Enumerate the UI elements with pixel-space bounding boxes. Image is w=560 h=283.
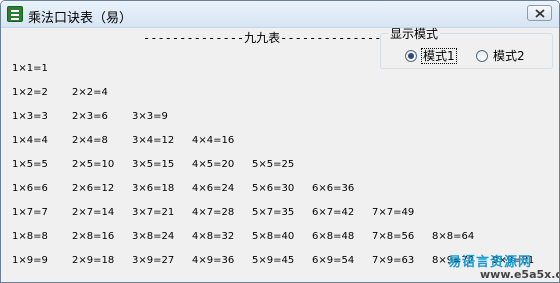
client-area: --------------九九表-------------- 显示模式 模式1…	[1, 27, 559, 282]
table-cell: 2×6=12	[72, 183, 115, 194]
title-bar[interactable]: 乘法口诀表（易）	[1, 1, 559, 28]
table-cell: 2×8=16	[72, 231, 115, 242]
table-cell: 2×3=6	[72, 111, 108, 122]
mode1-radio[interactable]: 模式1	[405, 48, 457, 64]
table-cell: 6×9=54	[312, 255, 355, 266]
table-cell: 4×7=28	[192, 207, 235, 218]
table-cell: 2×5=10	[72, 159, 115, 170]
table-row: 1×7=7 2×7=14 3×7=21 4×7=28 5×7=35 6×7=42 7×7=4…	[1, 207, 559, 221]
table-cell: 3×8=24	[132, 231, 175, 242]
table-row: 1×5=5 2×5=10 3×5=15 4×5=20 5×5=25	[1, 159, 559, 173]
table-cell: 4×6=24	[192, 183, 235, 194]
table-cell: 1×9=9	[12, 255, 48, 266]
table-cell: 7×7=49	[372, 207, 415, 218]
close-button[interactable]	[527, 5, 552, 21]
table-cell: 7×8=56	[372, 231, 415, 242]
table-cell: 2×4=8	[72, 135, 108, 146]
table-cell: 4×9=36	[192, 255, 235, 266]
table-row: 1×6=6 2×6=12 3×6=18 4×6=24 5×6=30 6×6=36	[1, 183, 559, 197]
table-cell: 3×5=15	[132, 159, 175, 170]
table-cell: 5×6=30	[252, 183, 295, 194]
table-cell: 1×7=7	[12, 207, 48, 218]
table-cell: 4×4=16	[192, 135, 235, 146]
display-mode-title: 显示模式	[388, 27, 441, 41]
table-cell: 6×8=48	[312, 231, 355, 242]
table-cell: 5×9=45	[252, 255, 295, 266]
table-cell: 6×7=42	[312, 207, 355, 218]
radio-unchecked-icon	[476, 50, 488, 62]
table-cell: 5×5=25	[252, 159, 295, 170]
table-row: 1×2=2 2×2=4	[1, 87, 559, 101]
mode2-radio[interactable]: 模式2	[476, 48, 526, 64]
table-cell: 1×4=4	[12, 135, 48, 146]
table-cell: 2×7=14	[72, 207, 115, 218]
table-cell: 4×8=32	[192, 231, 235, 242]
table-cell: 2×9=18	[72, 255, 115, 266]
table-cell: 1×5=5	[12, 159, 48, 170]
table-row: 1×1=1	[1, 63, 559, 77]
app-icon	[7, 6, 23, 22]
table-cell: 1×1=1	[12, 63, 48, 74]
table-cell: 3×7=21	[132, 207, 175, 218]
table-cell: 1×8=8	[12, 231, 48, 242]
table-cell: 6×6=36	[312, 183, 355, 194]
table-cell: 1×3=3	[12, 111, 48, 122]
table-cell: 5×7=35	[252, 207, 295, 218]
close-icon	[535, 9, 545, 18]
table-cell: 3×9=27	[132, 255, 175, 266]
app-window: 乘法口诀表（易） --------------九九表--------------…	[0, 0, 560, 283]
table-row: 1×8=8 2×8=16 3×8=24 4×8=32 5×8=40 6×8=48 7×8=5…	[1, 231, 559, 245]
table-cell: 3×6=18	[132, 183, 175, 194]
table-row: 1×4=4 2×4=8 3×4=12 4×4=16	[1, 135, 559, 149]
table-cell: 7×9=63	[372, 255, 415, 266]
watermark-en: www.e5a5x.com	[480, 268, 559, 281]
table-cell: 1×2=2	[12, 87, 48, 98]
watermark: 易语言资源网 www.e5a5x.com	[448, 251, 559, 282]
table-cell: 1×6=6	[12, 183, 48, 194]
mode2-label: 模式2	[493, 49, 525, 63]
table-cell: 8×8=64	[432, 231, 475, 242]
table-cell: 3×3=9	[132, 111, 168, 122]
table-header: --------------九九表--------------	[143, 31, 382, 45]
table-cell: 3×4=12	[132, 135, 175, 146]
table-row: 1×3=3 2×3=6 3×3=9	[1, 111, 559, 125]
window-title: 乘法口诀表（易）	[28, 11, 133, 26]
table-cell: 2×2=4	[72, 87, 108, 98]
mode1-label: 模式1	[421, 48, 457, 64]
table-cell: 4×5=20	[192, 159, 235, 170]
table-cell: 5×8=40	[252, 231, 295, 242]
radio-checked-icon	[405, 50, 417, 62]
